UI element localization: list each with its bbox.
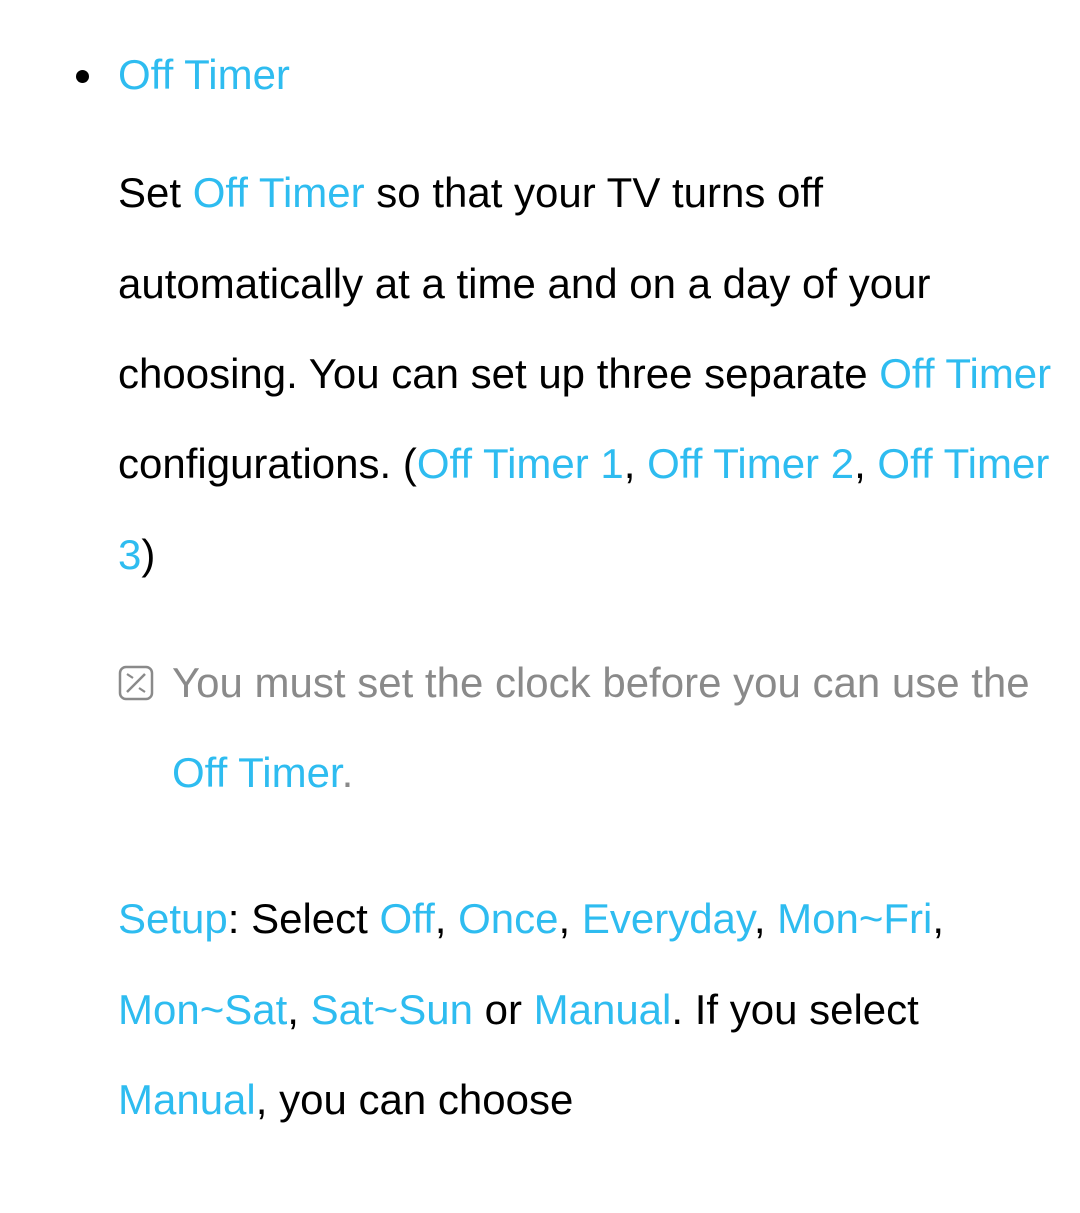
keyword-everyday: Everyday (582, 895, 754, 942)
note-icon (118, 665, 154, 701)
keyword-off-timer: Off Timer (879, 350, 1051, 397)
text: : Select (228, 895, 380, 942)
keyword-mon-sat: Mon~Sat (118, 986, 287, 1033)
keyword-manual: Manual (534, 986, 672, 1033)
paragraph-2: Setup: Select Off, Once, Everyday, Mon~F… (118, 874, 1052, 1145)
text: or (473, 986, 534, 1033)
note-body: You must set the clock before you can us… (172, 638, 1052, 819)
text: You must set the clock before you can us… (172, 659, 1030, 706)
text: , (854, 440, 877, 487)
text: , (932, 895, 944, 942)
text: , (435, 895, 458, 942)
keyword-off-timer: Off Timer (172, 749, 342, 796)
text: , (754, 895, 777, 942)
text: , you can choose (256, 1076, 574, 1123)
text: . (342, 749, 354, 796)
keyword-manual: Manual (118, 1076, 256, 1123)
section-heading: Off Timer (118, 50, 1052, 100)
paragraph-1: Set Off Timer so that your TV turns off … (118, 148, 1052, 599)
keyword-mon-fri: Mon~Fri (777, 895, 932, 942)
text: configurations. ( (118, 440, 417, 487)
keyword-setup: Setup (118, 895, 228, 942)
keyword-off-timer-2: Off Timer 2 (647, 440, 854, 487)
text: , (287, 986, 310, 1033)
keyword-once: Once (458, 895, 558, 942)
text: . If you select (671, 986, 918, 1033)
heading-text: Off Timer (118, 51, 290, 98)
bullet-list: Off Timer Set Off Timer so that your TV … (28, 30, 1052, 1145)
text: , (559, 895, 582, 942)
text: Set (118, 169, 193, 216)
keyword-off-timer-1: Off Timer 1 (417, 440, 624, 487)
keyword-sat-sun: Sat~Sun (311, 986, 473, 1033)
keyword-off: Off (380, 895, 435, 942)
list-item: Off Timer Set Off Timer so that your TV … (108, 30, 1052, 1145)
keyword-off-timer: Off Timer (193, 169, 365, 216)
text: , (624, 440, 647, 487)
note: You must set the clock before you can us… (118, 638, 1052, 819)
text: ) (141, 531, 155, 578)
